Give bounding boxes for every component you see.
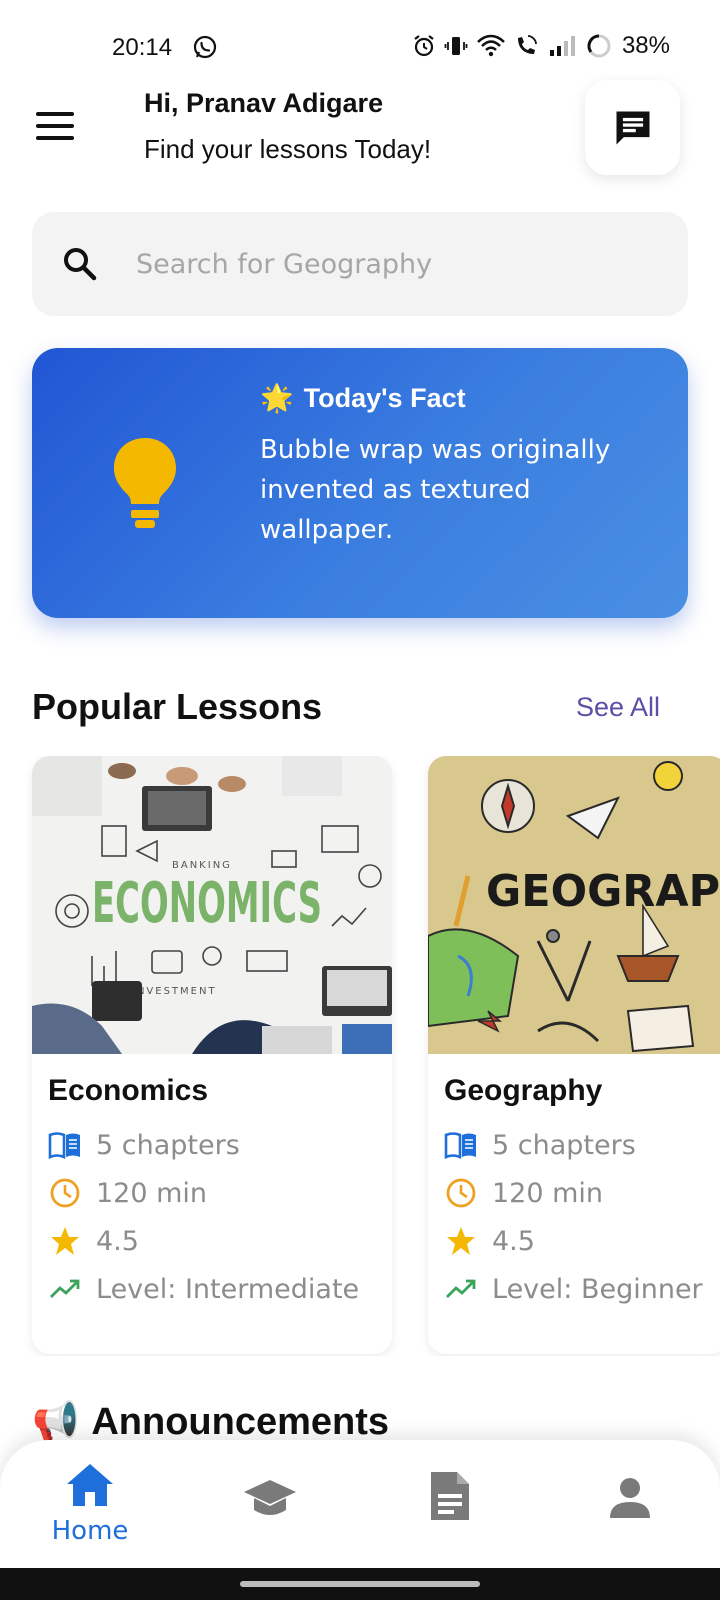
search-icon bbox=[64, 248, 97, 281]
lesson-card-economics[interactable]: ECONOMICS BANKING INVESTMENT Economics 5… bbox=[32, 756, 392, 1354]
lesson-level: Level: Beginner bbox=[444, 1272, 703, 1306]
announcements-title: 📢 Announcements bbox=[32, 1400, 390, 1444]
nav-home-label: Home bbox=[51, 1516, 129, 1546]
person-icon bbox=[610, 1478, 650, 1518]
svg-text:INVESTMENT: INVESTMENT bbox=[132, 986, 217, 997]
nav-documents[interactable] bbox=[390, 1470, 510, 1522]
system-nav-bar bbox=[0, 1568, 720, 1600]
see-all-link[interactable]: See All bbox=[576, 692, 660, 723]
search-input[interactable] bbox=[136, 242, 656, 286]
greeting-subtitle: Find your lessons Today! bbox=[144, 134, 432, 164]
lesson-rating: 4.5 bbox=[444, 1224, 535, 1258]
economics-image-label: ECONOMICS bbox=[92, 871, 322, 936]
book-icon bbox=[444, 1132, 476, 1159]
search-bar[interactable] bbox=[32, 212, 688, 316]
wifi-call-icon bbox=[517, 35, 537, 54]
alarm-icon bbox=[414, 35, 434, 57]
star-icon bbox=[447, 1227, 475, 1255]
status-bar: 20:14 38% bbox=[0, 0, 720, 90]
menu-button[interactable] bbox=[36, 112, 76, 142]
geography-image: GEOGRAPH bbox=[428, 756, 720, 1054]
fact-title-text: Today's Fact bbox=[303, 382, 466, 413]
clock-icon bbox=[50, 1178, 80, 1208]
lesson-duration: 120 min bbox=[444, 1176, 603, 1210]
geography-image-label: GEOGRAPH bbox=[486, 866, 720, 917]
clock-icon bbox=[446, 1178, 476, 1208]
home-icon bbox=[67, 1464, 113, 1506]
status-time: 20:14 bbox=[112, 34, 173, 61]
todays-fact-card: 🌟 Today's Fact Bubble wrap was originall… bbox=[32, 348, 688, 618]
chat-button[interactable] bbox=[585, 80, 680, 175]
lesson-duration: 120 min bbox=[48, 1176, 207, 1210]
book-icon bbox=[48, 1132, 80, 1159]
popular-lessons-title: Popular Lessons bbox=[32, 686, 323, 727]
lesson-title: Geography bbox=[444, 1074, 603, 1107]
bottom-nav: Home bbox=[0, 1440, 720, 1568]
hamburger-icon bbox=[36, 112, 74, 116]
lesson-title: Economics bbox=[48, 1074, 209, 1107]
svg-text:BANKING: BANKING bbox=[172, 860, 232, 871]
trending-up-icon bbox=[50, 1279, 80, 1298]
megaphone-icon: 📢 bbox=[32, 1401, 80, 1443]
chat-icon bbox=[616, 111, 649, 144]
gesture-handle[interactable] bbox=[240, 1581, 480, 1587]
fact-text: Bubble wrap was originally invented as t… bbox=[260, 435, 611, 545]
lesson-chapters: 5 chapters bbox=[444, 1128, 636, 1162]
lesson-rating: 4.5 bbox=[48, 1224, 139, 1258]
greeting-title: Hi, Pranav Adigare bbox=[144, 88, 384, 118]
graduation-cap-icon bbox=[244, 1480, 296, 1515]
document-icon bbox=[431, 1472, 469, 1520]
lesson-chapters: 5 chapters bbox=[48, 1128, 240, 1162]
whatsapp-icon bbox=[193, 35, 217, 59]
signal-icon bbox=[549, 36, 575, 56]
vibrate-icon bbox=[444, 37, 468, 55]
nav-profile[interactable] bbox=[570, 1476, 690, 1520]
economics-image: ECONOMICS BANKING INVESTMENT bbox=[32, 756, 392, 1054]
star-emoji-icon: 🌟 bbox=[260, 383, 294, 413]
lessons-carousel[interactable]: ECONOMICS BANKING INVESTMENT Economics 5… bbox=[0, 756, 720, 1356]
battery-percent: 38% bbox=[621, 32, 670, 59]
battery-icon bbox=[587, 34, 611, 58]
lesson-card-geography[interactable]: GEOGRAPH Geography 5 chapters 120 min 4.… bbox=[428, 756, 720, 1354]
lightbulb-icon bbox=[114, 438, 176, 528]
wifi-icon bbox=[477, 34, 505, 57]
nav-home[interactable]: Home bbox=[30, 1462, 150, 1546]
fact-title: 🌟 Today's Fact bbox=[260, 382, 466, 414]
star-icon bbox=[51, 1227, 79, 1255]
status-icons: 38% bbox=[412, 32, 670, 60]
lesson-level: Level: Intermediate bbox=[48, 1272, 359, 1306]
trending-up-icon bbox=[446, 1279, 476, 1298]
nav-courses[interactable] bbox=[210, 1476, 330, 1522]
